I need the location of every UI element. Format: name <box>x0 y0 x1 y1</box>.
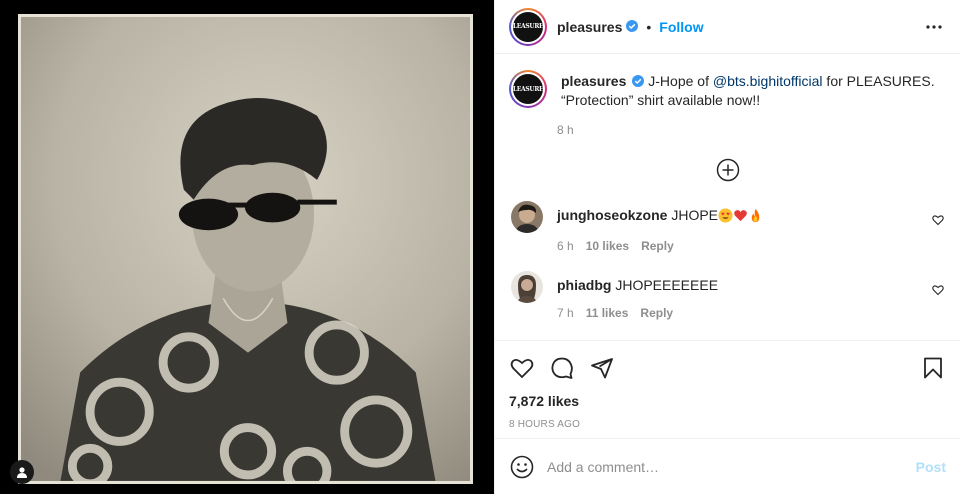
comment-input[interactable] <box>547 458 916 475</box>
comment-username[interactable]: junghoseokzone <box>557 207 667 223</box>
author-username[interactable]: pleasures <box>557 19 622 35</box>
like-comment-heart-icon[interactable] <box>932 283 946 297</box>
pleasures-logo: PLEASURES <box>513 11 543 42</box>
separator-dot: • <box>646 18 652 35</box>
load-more <box>509 157 946 183</box>
pleasures-logo: PLEASURES <box>513 74 543 104</box>
commenter-avatar[interactable] <box>511 271 543 304</box>
comment-meta: 6 h 10 likes Reply <box>557 239 763 253</box>
comment-icon[interactable] <box>549 355 575 381</box>
more-options-icon[interactable] <box>922 15 946 39</box>
post-photo <box>18 14 473 484</box>
emoji-icon[interactable] <box>509 454 535 480</box>
comment-message: JHOPEEEEEEE <box>615 277 719 294</box>
comment-likes[interactable]: 10 likes <box>586 239 629 253</box>
comment-item: junghoseokzone JHOPE 6 h 10 likes Reply <box>509 201 946 253</box>
photo-illustration <box>21 17 470 481</box>
comment-text: junghoseokzone JHOPE <box>557 206 763 227</box>
comment-message: JHOPE <box>671 207 719 224</box>
verified-badge-icon <box>626 19 639 35</box>
post-actions: 7,872 likes 8 HOURS AGO <box>495 340 960 430</box>
comment-time[interactable]: 6 h <box>557 239 574 253</box>
reply-button[interactable]: Reply <box>640 306 673 320</box>
user-tag-icon[interactable] <box>10 460 34 484</box>
heart-eyes-emoji-icon <box>718 208 733 227</box>
follow-button[interactable]: Follow <box>659 19 703 35</box>
comment-body: phiadbg JHOPEEEEEEE 7 h 11 likes Reply <box>557 276 718 320</box>
commenter-avatar[interactable] <box>511 201 543 234</box>
heart-icon[interactable] <box>509 355 535 381</box>
caption-prefix: J-Hope of <box>648 73 713 89</box>
comment-time[interactable]: 7 h <box>557 306 574 320</box>
comment-username[interactable]: phiadbg <box>557 277 611 293</box>
red-heart-emoji-icon <box>733 208 748 227</box>
comment-composer: Post <box>495 438 960 494</box>
reply-button[interactable]: Reply <box>641 239 674 253</box>
action-icons <box>509 341 946 395</box>
post-photo-pane[interactable] <box>0 0 494 494</box>
caption-mention-link[interactable]: @bts.bighitofficial <box>713 73 823 89</box>
likes-count[interactable]: 7,872 likes <box>509 393 946 409</box>
share-icon[interactable] <box>589 355 615 381</box>
verified-badge-icon <box>632 73 645 91</box>
comment-body: junghoseokzone JHOPE 6 h 10 likes Reply <box>557 206 763 253</box>
caption-avatar[interactable]: PLEASURES <box>509 70 547 108</box>
bookmark-icon[interactable] <box>920 355 946 381</box>
comment-text: phiadbg JHOPEEEEEEE <box>557 276 718 294</box>
post-timestamp[interactable]: 8 HOURS AGO <box>509 419 946 430</box>
post-detail-panel: PLEASURES pleasures • Follow PLEASURES p… <box>494 0 960 494</box>
caption-text: pleasures J-Hope of @bts.bighitofficial … <box>561 72 946 109</box>
comment-item: phiadbg JHOPEEEEEEE 7 h 11 likes Reply <box>509 271 946 320</box>
fire-emoji-icon <box>748 208 763 227</box>
comment-meta: 7 h 11 likes Reply <box>557 306 718 320</box>
like-comment-heart-icon[interactable] <box>932 213 946 227</box>
caption-username[interactable]: pleasures <box>561 73 626 89</box>
caption: PLEASURES pleasures J-Hope of @bts.bighi… <box>509 70 946 109</box>
load-more-comments-icon[interactable] <box>715 157 741 183</box>
comment-likes[interactable]: 11 likes <box>586 306 629 320</box>
author-avatar[interactable]: PLEASURES <box>509 7 547 46</box>
post-header: PLEASURES pleasures • Follow <box>495 0 960 54</box>
post-comment-button[interactable]: Post <box>916 459 946 475</box>
caption-time[interactable]: 8 h <box>557 123 946 137</box>
